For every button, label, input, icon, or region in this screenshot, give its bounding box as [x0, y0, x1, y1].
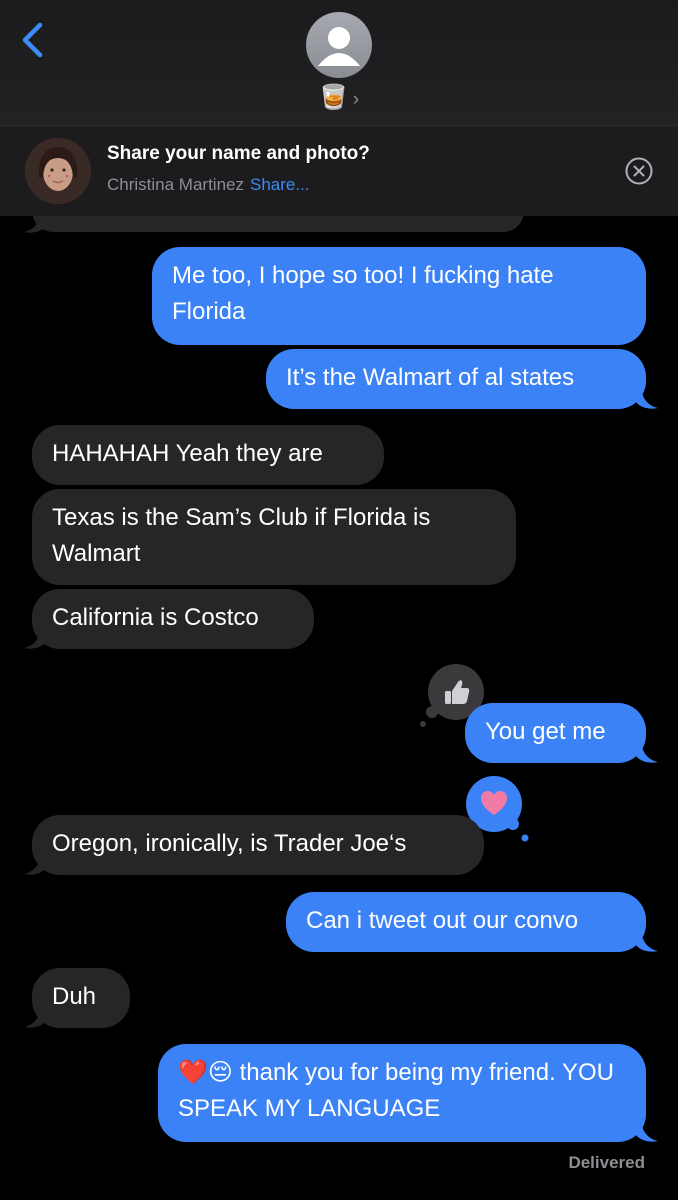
received-message[interactable]: Oregon, ironically, is Trader Joe‘s [32, 815, 484, 875]
share-banner-title: Share your name and photo? [107, 143, 370, 164]
received-message[interactable]: HAHAHAH Yeah they are [32, 425, 384, 485]
close-icon[interactable] [624, 156, 654, 186]
bubble-tail [636, 390, 658, 409]
reaction-tail-dots [420, 706, 438, 727]
message-text: thank you for being my friend. YOU SPEAK… [178, 1059, 614, 1122]
message-text: Me too, I hope so too! I fucking hate Fl… [172, 262, 554, 325]
contact-name[interactable]: 🥃 › [0, 83, 678, 112]
chevron-right-icon: › [352, 89, 360, 110]
received-message[interactable]: California is Costco [32, 589, 314, 649]
contact-avatar[interactable] [306, 12, 372, 78]
message-text: You get me [485, 718, 606, 745]
received-message[interactable]: Texas is the Sam’s Club if Florida is Wa… [32, 489, 516, 585]
message-text: It’s the Walmart of al states [286, 364, 575, 391]
conversation-header: 🥃 › [0, 0, 678, 126]
message-emoji: ❤️😔 [178, 1059, 233, 1086]
message-text: Duh [52, 983, 97, 1010]
share-link[interactable]: Share... [250, 175, 310, 194]
profile-photo-image [25, 138, 91, 204]
bubble-tail [636, 933, 658, 952]
message-text: Oregon, ironically, is Trader Joe‘s [52, 830, 407, 857]
sent-message[interactable]: Me too, I hope so too! I fucking hate Fl… [152, 247, 646, 345]
bubble-tail [24, 856, 46, 875]
bubble-tail [24, 630, 46, 649]
delivery-status: Delivered [568, 1153, 645, 1172]
sent-message[interactable]: You get me [465, 703, 646, 763]
share-banner-name: Christina Martinez [107, 175, 244, 194]
contact-name-emoji: 🥃 [318, 84, 349, 111]
person-silhouette-icon [318, 27, 360, 66]
sent-message[interactable]: ❤️😔 thank you for being my friend. YOU S… [158, 1044, 646, 1142]
message-text: HAHAHAH Yeah they are [52, 440, 323, 467]
share-name-photo-banner: Share your name and photo? Christina Mar… [0, 126, 678, 216]
message-text: California is Costco [52, 604, 259, 631]
message-text: Can i tweet out our convo [306, 907, 579, 934]
bubble-tail [24, 1009, 46, 1028]
bubble-tail [636, 744, 658, 763]
message-text: Texas is the Sam’s Club if Florida is Wa… [52, 504, 431, 567]
sent-message[interactable]: Can i tweet out our convo [286, 892, 646, 952]
reaction-tail-dots [507, 818, 529, 842]
bubble-tail [636, 1123, 658, 1142]
profile-photo [25, 138, 91, 204]
sent-message[interactable]: It’s the Walmart of al states [266, 349, 646, 409]
share-banner-subtitle: Christina Martinez Share... [107, 175, 310, 195]
received-message[interactable]: Duh [32, 968, 130, 1028]
back-chevron-icon[interactable] [18, 22, 46, 58]
